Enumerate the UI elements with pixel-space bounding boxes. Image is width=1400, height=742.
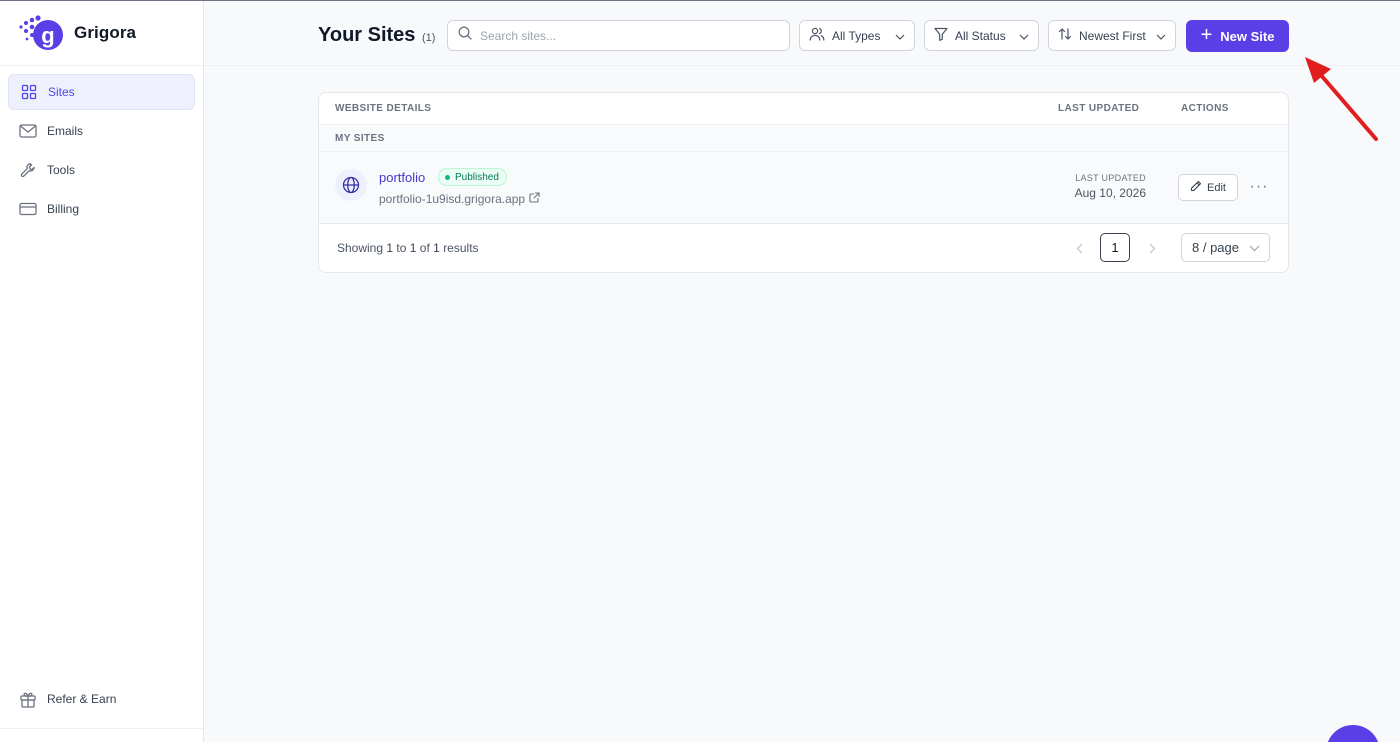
summary-total: 1 [433, 241, 440, 255]
external-link-icon [529, 192, 540, 206]
sidebar: g Grigora Sites Emails Tools Billing Ref… [0, 1, 204, 742]
group-header-my-sites: MY SITES [319, 125, 1288, 152]
credit-card-icon [19, 200, 37, 218]
pagination-summary: Showing 1 to 1 of 1 results [337, 241, 479, 255]
column-header-updated: LAST UPDATED [1058, 103, 1140, 114]
site-url-link[interactable]: portfolio-1u9isd.grigora.app [379, 192, 540, 206]
refer-and-earn-link[interactable]: Refer & Earn [0, 681, 203, 717]
summary-results-word: results [443, 241, 479, 255]
search-input[interactable] [480, 28, 770, 43]
sidebar-item-tools[interactable]: Tools [8, 152, 195, 188]
more-options-icon[interactable]: ··· [1249, 177, 1269, 197]
sidebar-nav: Sites Emails Tools Billing [0, 66, 203, 238]
chevron-down-icon [1019, 29, 1029, 43]
divider [0, 728, 203, 729]
sidebar-item-emails[interactable]: Emails [8, 113, 195, 149]
last-updated-label: LAST UPDATED [1075, 173, 1146, 183]
search-icon [458, 26, 472, 45]
last-updated-date: Aug 10, 2026 [1074, 186, 1146, 200]
users-icon [809, 27, 825, 44]
summary-to-word: to [396, 241, 407, 255]
svg-text:g: g [41, 23, 54, 48]
new-site-label: New Site [1220, 28, 1275, 44]
edit-button[interactable]: Edit [1178, 174, 1238, 201]
status-filter-label: All Status [955, 28, 1006, 43]
summary-of-word: of [419, 241, 430, 255]
plus-icon: + [1200, 24, 1213, 46]
site-url-text: portfolio-1u9isd.grigora.app [379, 192, 526, 206]
sidebar-item-label: Sites [48, 85, 75, 99]
page-size-select[interactable]: 8 / page [1181, 233, 1270, 262]
sidebar-bottom: Refer & Earn [0, 671, 203, 742]
chevron-down-icon [1249, 240, 1260, 255]
sidebar-item-billing[interactable]: Billing [8, 191, 195, 227]
sort-label: Newest First [1079, 28, 1146, 43]
site-count: (1) [422, 32, 436, 44]
column-header-details: WEBSITE DETAILS [335, 103, 432, 114]
edit-label: Edit [1207, 181, 1226, 194]
previous-page-icon[interactable] [1069, 237, 1089, 259]
gift-icon [19, 690, 37, 708]
brand-name: Grigora [74, 23, 137, 42]
chevron-down-icon [895, 29, 905, 43]
sort-dropdown[interactable]: Newest First [1048, 20, 1176, 51]
sidebar-item-sites[interactable]: Sites [8, 74, 195, 110]
status-badge: Published [438, 168, 507, 186]
group-label: MY SITES [335, 133, 385, 144]
page-title: Your Sites [318, 24, 416, 46]
sidebar-item-label: Billing [47, 202, 80, 216]
summary-prefix: Showing [337, 241, 384, 255]
wrench-icon [19, 161, 37, 179]
next-page-icon[interactable] [1142, 237, 1162, 259]
filter-icon [934, 27, 948, 44]
table-row[interactable]: portfolio Published portfolio-1u9isd.gri… [319, 152, 1288, 224]
grigora-logo-icon: g [18, 14, 66, 52]
brand[interactable]: g Grigora [0, 1, 203, 66]
chat-help-button[interactable] [1326, 725, 1380, 742]
mail-icon [19, 122, 37, 140]
refer-and-earn-label: Refer & Earn [47, 692, 117, 706]
type-filter-label: All Types [832, 28, 881, 43]
pencil-icon [1190, 180, 1202, 195]
sort-icon [1058, 27, 1072, 44]
status-filter-dropdown[interactable]: All Status [924, 20, 1039, 51]
search-box[interactable] [447, 20, 790, 51]
summary-from: 1 [386, 241, 394, 255]
status-label: Published [455, 171, 499, 183]
column-header-actions: ACTIONS [1181, 103, 1229, 114]
sidebar-item-label: Emails [47, 124, 84, 138]
grid-icon [20, 83, 38, 101]
annotation-arrow-icon [1305, 57, 1378, 141]
globe-icon [335, 169, 367, 201]
page-header: Your Sites (1) All Types All Status [205, 1, 1400, 66]
page-number-current[interactable]: 1 [1100, 233, 1130, 262]
summary-to: 1 [409, 241, 417, 255]
chevron-down-icon [1156, 29, 1166, 43]
table-header: WEBSITE DETAILS LAST UPDATED ACTIONS [319, 93, 1288, 125]
sidebar-item-label: Tools [47, 163, 76, 177]
status-dot [445, 174, 450, 180]
site-name-link[interactable]: portfolio [379, 170, 425, 185]
type-filter-dropdown[interactable]: All Types [799, 20, 915, 51]
page-size-label: 8 / page [1192, 240, 1239, 255]
sites-table: WEBSITE DETAILS LAST UPDATED ACTIONS MY … [318, 92, 1289, 273]
new-site-button[interactable]: + New Site [1186, 20, 1289, 52]
table-footer: Showing 1 to 1 of 1 results 1 8 / page [319, 224, 1288, 272]
